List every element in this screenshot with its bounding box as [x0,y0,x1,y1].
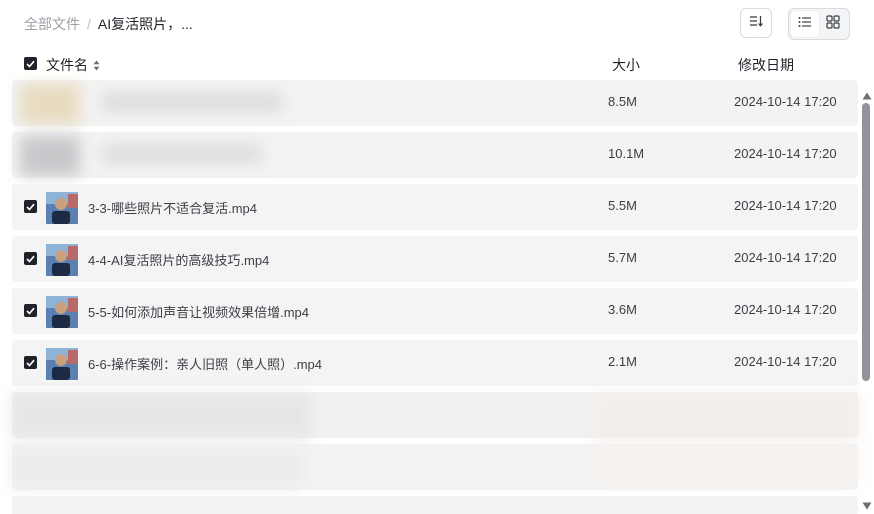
file-size: 2.1M [608,354,637,369]
file-modified: 2024-10-14 17:20 [734,146,837,161]
file-row[interactable]: 5-5-如何添加声音让视频效果倍增.mp4 3.6M 2024-10-14 17… [12,288,858,334]
file-row[interactable]: 8.5M 2024-10-14 17:20 [12,80,858,126]
row-checkbox[interactable] [24,200,37,213]
file-row[interactable] [12,444,858,490]
breadcrumb-current-folder: AI复活照片，... [97,16,193,32]
video-thumbnail [46,348,78,380]
video-thumbnail [46,296,78,328]
scrollbar-thumb[interactable] [862,103,870,381]
file-modified: 2024-10-14 17:20 [734,198,837,213]
blurred-thumbnail [20,84,80,124]
file-row[interactable]: 3-3-哪些照片不适合复活.mp4 5.5M 2024-10-14 17:20 [12,184,858,230]
sort-arrows-icon [93,60,100,71]
grid-view-button[interactable] [819,11,847,37]
file-size: 3.6M [608,302,637,317]
file-row[interactable]: 6-6-操作案例：亲人旧照（单人照）.mp4 2.1M 2024-10-14 1… [12,340,858,386]
breadcrumb-root-link[interactable]: 全部文件 [24,14,80,34]
select-all-checkbox[interactable] [24,57,37,70]
row-checkbox[interactable] [24,304,37,317]
blurred-row-content [592,394,858,438]
view-toggle [788,8,850,40]
breadcrumb: 全部文件 / AI复活照片，... [24,14,193,34]
grid-view-icon [826,14,840,34]
file-size: 8.5M [608,94,637,109]
file-modified: 2024-10-14 17:20 [734,94,837,109]
file-modified: 2024-10-14 17:20 [734,354,837,369]
column-header-name[interactable]: 文件名 [46,55,100,75]
blurred-filename [102,92,282,112]
row-checkbox[interactable] [24,252,37,265]
file-size: 5.7M [608,250,637,265]
file-row[interactable]: 4-4-AI复活照片的高级技巧.mp4 5.7M 2024-10-14 17:2… [12,236,858,282]
file-modified: 2024-10-14 17:20 [734,302,837,317]
table-header: 文件名 大小 修改日期 [0,52,874,76]
file-row[interactable] [12,496,858,514]
file-name[interactable]: 6-6-操作案例：亲人旧照（单人照）.mp4 [88,354,322,373]
video-thumbnail [46,244,78,276]
column-header-size[interactable]: 大小 [612,55,640,75]
video-thumbnail [46,192,78,224]
row-checkbox[interactable] [24,356,37,369]
file-name[interactable]: 3-3-哪些照片不适合复活.mp4 [88,198,257,217]
breadcrumb-separator: / [87,16,91,32]
column-name-label: 文件名 [46,57,88,73]
list-view-icon [798,15,812,33]
file-browser: 全部文件 / AI复活照片，... 文件名 大小 修改日期 8.5M 2024-… [0,0,874,514]
file-modified: 2024-10-14 17:20 [734,250,837,265]
file-row[interactable] [12,392,858,438]
blurred-filename [102,144,262,164]
file-name[interactable]: 5-5-如何添加声音让视频效果倍增.mp4 [88,302,309,321]
blurred-row-content [12,446,302,490]
blurred-row-content [12,394,312,438]
file-size: 10.1M [608,146,645,161]
file-name[interactable]: 4-4-AI复活照片的高级技巧.mp4 [88,250,269,269]
blurred-row-content [592,444,858,484]
file-size: 5.5M [608,198,637,213]
file-row[interactable]: 10.1M 2024-10-14 17:20 [12,132,858,178]
column-header-modified[interactable]: 修改日期 [738,55,794,75]
scroll-down-icon[interactable] [862,497,872,514]
sort-icon [749,14,763,32]
blurred-thumbnail [20,136,80,176]
sort-button[interactable] [740,8,772,38]
list-view-button[interactable] [791,11,819,37]
